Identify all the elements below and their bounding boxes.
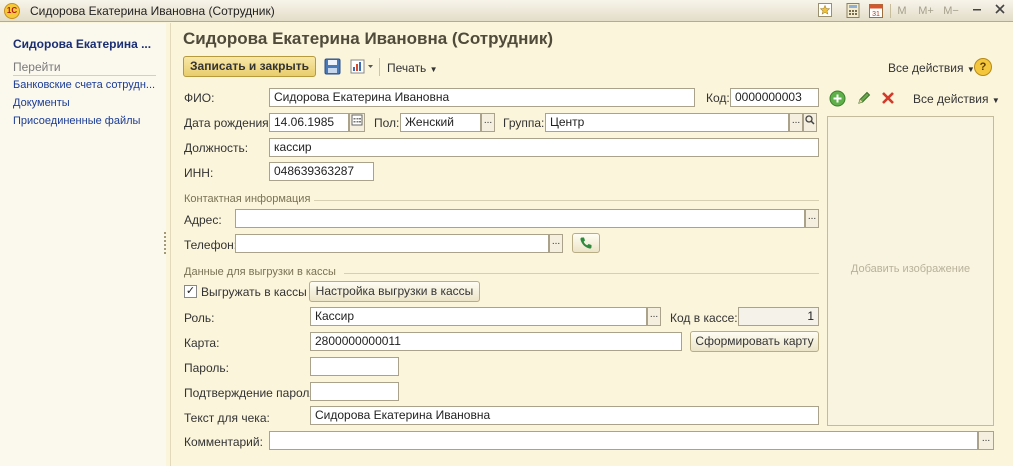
nav-link-documents[interactable]: Документы bbox=[13, 97, 158, 109]
window-title: Сидорова Екатерина Ивановна (Сотрудник) bbox=[30, 4, 275, 18]
receipt-text-label: Текст для чека: bbox=[184, 411, 270, 425]
calendar-icon[interactable]: 31 bbox=[868, 3, 884, 19]
cash-export-settings-button[interactable]: Настройка выгрузки в кассы bbox=[309, 281, 480, 302]
code-label: Код: bbox=[706, 91, 730, 105]
calculator-icon[interactable] bbox=[845, 3, 861, 19]
card-label: Карта: bbox=[184, 336, 220, 350]
add-image-placeholder[interactable]: Добавить изображение bbox=[828, 263, 993, 275]
address-label: Адрес: bbox=[184, 213, 222, 227]
memory-m-minus-button[interactable]: M− bbox=[940, 3, 962, 19]
print-menu-label: Печать bbox=[387, 61, 427, 75]
memory-m-button[interactable]: M bbox=[895, 3, 909, 19]
cash-section-divider bbox=[344, 273, 819, 274]
export-to-cash-label: Выгружать в кассы bbox=[201, 285, 307, 299]
navigation-header[interactable]: Сидорова Екатерина ... bbox=[13, 37, 151, 51]
comment-field[interactable] bbox=[269, 431, 978, 450]
code-in-cash-label: Код в кассе: bbox=[670, 311, 738, 325]
minimize-icon[interactable] bbox=[969, 3, 985, 19]
fio-label: ФИО: bbox=[184, 91, 215, 105]
password-label: Пароль: bbox=[184, 361, 229, 375]
role-field[interactable]: Кассир bbox=[310, 307, 647, 326]
calendar-day: 31 bbox=[872, 11, 880, 18]
image-all-actions-label: Все действия bbox=[913, 92, 989, 106]
fio-field[interactable]: Сидорова Екатерина Ивановна bbox=[269, 88, 695, 107]
address-field[interactable] bbox=[235, 209, 805, 228]
phone-field[interactable] bbox=[235, 234, 549, 253]
navigation-panel: Сидорова Екатерина ... Перейти Банковски… bbox=[0, 23, 166, 466]
all-actions-menu[interactable]: Все действия ▼ bbox=[888, 61, 975, 75]
contact-section-title: Контактная информация bbox=[184, 193, 311, 205]
navigation-go-label: Перейти bbox=[13, 60, 156, 76]
delete-image-icon[interactable] bbox=[880, 90, 898, 108]
address-select-button[interactable]: ... bbox=[805, 209, 819, 228]
memory-m-plus-button[interactable]: M+ bbox=[915, 3, 937, 19]
group-label: Группа: bbox=[503, 116, 545, 130]
add-image-icon[interactable] bbox=[829, 90, 847, 108]
inn-field[interactable]: 048639363287 bbox=[269, 162, 374, 181]
image-all-actions-menu[interactable]: Все действия ▼ bbox=[913, 92, 1000, 106]
comment-select-button[interactable]: ... bbox=[978, 431, 994, 450]
inn-label: ИНН: bbox=[184, 166, 214, 180]
image-panel[interactable]: Добавить изображение bbox=[827, 116, 994, 426]
cash-section-title: Данные для выгрузки в кассы bbox=[184, 266, 336, 278]
birth-date-field[interactable]: 14.06.1985 bbox=[269, 113, 349, 132]
all-actions-label: Все действия bbox=[888, 61, 964, 75]
position-field[interactable]: кассир bbox=[269, 138, 819, 157]
gender-label: Пол: bbox=[374, 116, 400, 130]
role-label: Роль: bbox=[184, 311, 215, 325]
card-field[interactable]: 2800000000011 bbox=[310, 332, 682, 351]
call-phone-button[interactable] bbox=[572, 233, 600, 253]
panel-splitter-handle[interactable] bbox=[163, 231, 167, 255]
save-and-close-button[interactable]: Записать и закрыть bbox=[183, 56, 316, 77]
save-floppy-icon[interactable] bbox=[324, 58, 342, 76]
birth-date-label: Дата рождения: bbox=[184, 116, 272, 130]
code-field[interactable]: 0000000003 bbox=[730, 88, 819, 107]
edit-image-icon[interactable] bbox=[856, 90, 874, 108]
nav-link-attached-files[interactable]: Присоединенные файлы bbox=[13, 115, 158, 127]
export-to-cash-checkbox[interactable]: ✓ bbox=[184, 285, 197, 298]
report-dropdown-button[interactable] bbox=[350, 58, 376, 76]
app-logo-icon: 1С bbox=[4, 3, 20, 19]
role-select-button[interactable]: ... bbox=[647, 307, 661, 326]
group-field[interactable]: Центр bbox=[545, 113, 789, 132]
receipt-text-field[interactable]: Сидорова Екатерина Ивановна bbox=[310, 406, 819, 425]
page-title: Сидорова Екатерина Ивановна (Сотрудник) bbox=[183, 29, 553, 48]
gender-select-button[interactable]: ... bbox=[481, 113, 495, 132]
password-confirm-label: Подтверждение пароля: bbox=[184, 386, 320, 400]
gender-field[interactable]: Женский bbox=[400, 113, 481, 132]
comment-label: Комментарий: bbox=[184, 435, 263, 449]
password-field[interactable] bbox=[310, 357, 399, 376]
group-select-button[interactable]: ... bbox=[789, 113, 803, 132]
window-titlebar: 1С Сидорова Екатерина Ивановна (Сотрудни… bbox=[0, 0, 1013, 22]
password-confirm-field[interactable] bbox=[310, 382, 399, 401]
print-menu-button[interactable]: Печать ▼ bbox=[387, 61, 438, 75]
calendar-picker-button[interactable] bbox=[349, 113, 365, 132]
nav-link-bank-accounts[interactable]: Банковские счета сотрудн... bbox=[13, 79, 158, 91]
group-search-icon[interactable] bbox=[803, 113, 817, 132]
position-label: Должность: bbox=[184, 141, 249, 155]
phone-label: Телефон: bbox=[184, 238, 238, 252]
code-in-cash-field[interactable]: 1 bbox=[738, 307, 819, 326]
help-icon[interactable]: ? bbox=[974, 58, 992, 76]
generate-card-button[interactable]: Сформировать карту bbox=[690, 331, 819, 352]
phone-select-button[interactable]: ... bbox=[549, 234, 563, 253]
close-window-icon[interactable] bbox=[992, 3, 1008, 19]
phone-icon bbox=[580, 237, 592, 249]
panel-splitter bbox=[170, 23, 171, 466]
contact-section-divider bbox=[314, 200, 819, 201]
favorite-star-icon[interactable] bbox=[817, 3, 833, 19]
